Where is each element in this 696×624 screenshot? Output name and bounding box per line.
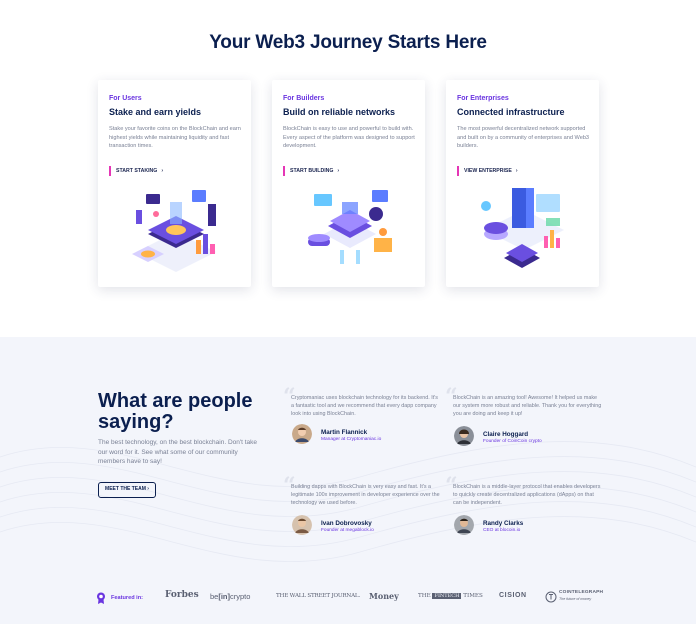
- featured-label: Featured in:: [111, 595, 144, 601]
- wsj-logo: THE WALL STREET JOURNAL.: [276, 593, 361, 599]
- card-users: For Users Stake and earn yields Stake yo…: [98, 80, 251, 287]
- cta-label: START STAKING: [116, 168, 158, 174]
- testimonial-card: “ Building dapps with BlockChain is very…: [283, 473, 441, 535]
- cision-logo: CISION: [499, 592, 527, 599]
- logo-part: TIMES: [463, 593, 483, 599]
- cta-label: VIEW ENTERPRISE: [464, 168, 512, 174]
- card-description: Stake your favorite coins on the BlockCh…: [109, 126, 241, 150]
- start-staking-link[interactable]: START STAKING ›: [109, 166, 163, 176]
- cointelegraph-icon: [545, 591, 557, 603]
- logo-part: [in]: [218, 592, 231, 601]
- avatar: [292, 424, 312, 444]
- card-description: The most powerful decentralized network …: [457, 126, 590, 150]
- fintech-times-logo: THE FINTECH TIMES: [418, 593, 483, 599]
- page-title: Your Web3 Journey Starts Here: [209, 32, 487, 53]
- meet-the-team-button[interactable]: MEET THE TEAM ›: [98, 482, 156, 498]
- card-title: Stake and earn yields: [109, 107, 202, 117]
- card-builders: For Builders Build on reliable networks …: [272, 80, 425, 287]
- testimonial-name: Ivan Dobrovosky: [321, 520, 372, 527]
- avatar: [292, 515, 312, 535]
- testimonial-card: “ BlockChain is a middle-layer protocol …: [445, 473, 603, 535]
- testimonials-description: The best technology, on the best blockch…: [98, 439, 258, 465]
- chevron-right-icon: ›: [147, 486, 149, 492]
- featured-in: Featured in:: [96, 591, 143, 605]
- testimonials-title: What are people saying?: [98, 390, 253, 433]
- enterprise-illustration-icon: [481, 188, 564, 268]
- avatar: [454, 515, 474, 535]
- testimonial-card: “ BlockChain is an amazing tool! Awesome…: [445, 384, 603, 446]
- card-enterprises: For Enterprises Connected infrastructure…: [446, 80, 599, 287]
- award-icon: [97, 592, 105, 604]
- testimonials-section: What are people saying? The best technol…: [0, 337, 696, 624]
- testimonial-text: BlockChain is a middle-layer protocol th…: [453, 484, 601, 506]
- cointelegraph-tagline: The future of money: [559, 597, 592, 601]
- testimonial-card: “ Cryptomaniac uses blockchain technolog…: [283, 384, 441, 444]
- testimonial-role: Manager at Cryptomaniac.io: [321, 437, 382, 442]
- start-building-link[interactable]: START BUILDING ›: [283, 166, 339, 176]
- cta-label: START BUILDING: [290, 168, 334, 174]
- beincrypto-logo: be[in]crypto: [210, 592, 250, 601]
- card-description: BlockChain is easy to use and powerful t…: [283, 126, 415, 150]
- card-kicker: For Users: [109, 95, 142, 102]
- testimonial-name: Martin Flannick: [321, 429, 368, 436]
- testimonial-role: CEO at blocoin.io: [483, 528, 521, 533]
- testimonial-role: Founder at megablock.io: [321, 528, 374, 533]
- building-illustration-icon: [308, 190, 392, 264]
- chevron-right-icon: ›: [161, 168, 164, 174]
- testimonial-role: Founder of CoinCoin crypto: [483, 439, 542, 444]
- forbes-logo: Forbes: [165, 590, 199, 600]
- card-title: Connected infrastructure: [457, 107, 565, 117]
- staking-illustration-icon: [132, 190, 216, 272]
- chevron-right-icon: ›: [337, 168, 340, 174]
- money-logo: Money: [369, 591, 399, 601]
- logo-part: FINTECH: [432, 593, 462, 599]
- view-enterprise-link[interactable]: VIEW ENTERPRISE ›: [457, 166, 518, 176]
- testimonial-text: Building dapps with BlockChain is very e…: [291, 484, 440, 506]
- card-kicker: For Enterprises: [457, 95, 509, 102]
- avatar: [454, 426, 474, 446]
- testimonial-name: Claire Hoggard: [483, 431, 529, 438]
- testimonial-name: Randy Clarks: [483, 520, 524, 527]
- button-label: MEET THE TEAM: [105, 486, 146, 492]
- testimonial-text: Cryptomaniac uses blockchain technology …: [291, 395, 438, 417]
- card-kicker: For Builders: [283, 95, 325, 102]
- logo-part: THE: [418, 593, 431, 599]
- card-title: Build on reliable networks: [283, 107, 396, 117]
- chevron-right-icon: ›: [515, 168, 518, 174]
- testimonial-text: BlockChain is an amazing tool! Awesome! …: [453, 395, 602, 417]
- wave-background-icon: [0, 441, 696, 562]
- logo-part: crypto: [230, 592, 251, 601]
- cointelegraph-logo: COINTELEGRAPH: [559, 590, 604, 595]
